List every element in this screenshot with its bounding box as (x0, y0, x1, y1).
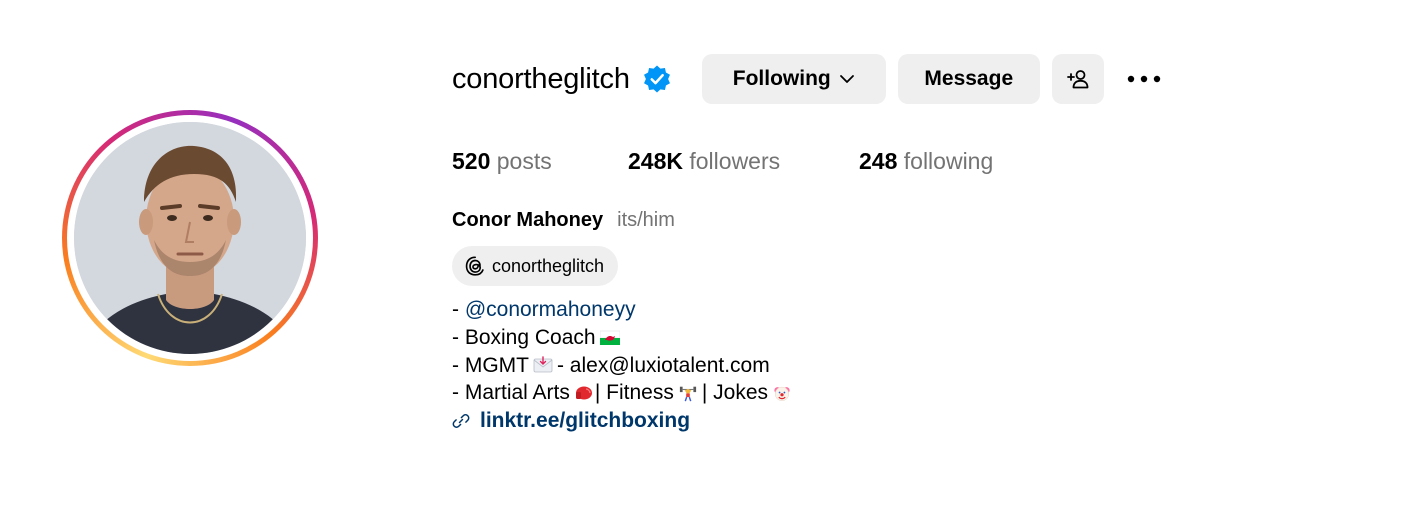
bio-line-mention: - @conormahoneyy (452, 296, 796, 324)
followers-stat[interactable]: 248K followers (628, 148, 780, 175)
bio-external-link[interactable]: linktr.ee/glitchboxing (480, 407, 690, 435)
following-label: following (903, 148, 994, 174)
name-row: Conor Mahoney its/him (452, 209, 675, 232)
profile-header: conortheglitch Following Message 520 pos… (0, 0, 1420, 506)
posts-label: posts (496, 148, 552, 174)
following-stat[interactable]: 248 following (859, 148, 993, 175)
boxing-glove-icon (575, 386, 592, 400)
clown-face-icon (774, 387, 790, 402)
bio-mention-link[interactable]: @conormahoneyy (465, 296, 636, 324)
followers-label: followers (689, 148, 781, 174)
following-count: 248 (859, 148, 898, 174)
bio-dash: - (452, 298, 465, 321)
avatar[interactable] (74, 122, 306, 354)
posts-count: 520 (452, 148, 491, 174)
profile-photo (74, 122, 306, 354)
person-add-icon (1066, 70, 1089, 89)
threads-icon (465, 256, 484, 276)
bio-fitness: | Fitness (594, 381, 674, 405)
username: conortheglitch (452, 62, 630, 95)
bio-line-mgmt: - MGMT - alex@luxiotalent.com (452, 352, 796, 380)
bio-martial-arts: - Martial Arts (452, 381, 570, 405)
envelope-icon (533, 356, 553, 373)
profile-title-row: conortheglitch Following Message (452, 54, 1164, 104)
threads-badge[interactable]: conortheglitch (452, 246, 619, 286)
bio-line-coach: - Boxing Coach (452, 324, 796, 352)
followers-count: 248K (628, 148, 683, 174)
more-options-icon (1127, 75, 1160, 83)
verified-badge-icon (643, 65, 670, 93)
weightlifter-icon (679, 386, 696, 402)
story-ring[interactable] (62, 110, 318, 366)
full-name: Conor Mahoney (452, 209, 604, 231)
bio: - @conormahoneyy - Boxing Coach - MGMT -… (452, 296, 796, 435)
posts-stat: 520 posts (452, 148, 552, 175)
message-button-label: Message (924, 67, 1014, 90)
chevron-down-icon (839, 75, 854, 83)
add-user-button[interactable] (1051, 54, 1104, 104)
threads-handle: conortheglitch (492, 255, 605, 276)
wales-flag-icon (599, 330, 620, 345)
bio-line-interests: - Martial Arts | Fitness | Jokes (452, 379, 796, 407)
link-icon (452, 414, 470, 429)
pronouns: its/him (617, 209, 675, 231)
bio-jokes: | Jokes (701, 381, 768, 405)
message-button[interactable]: Message (897, 54, 1040, 104)
bio-coach-text: - Boxing Coach (452, 325, 596, 349)
bio-email: - alex@luxiotalent.com (556, 353, 770, 377)
bio-mgmt-text: - MGMT (452, 353, 529, 377)
following-button-label: Following (732, 67, 831, 90)
following-button[interactable]: Following (701, 54, 886, 104)
more-options-button[interactable] (1124, 54, 1164, 104)
bio-link-row: linktr.ee/glitchboxing (452, 407, 796, 435)
